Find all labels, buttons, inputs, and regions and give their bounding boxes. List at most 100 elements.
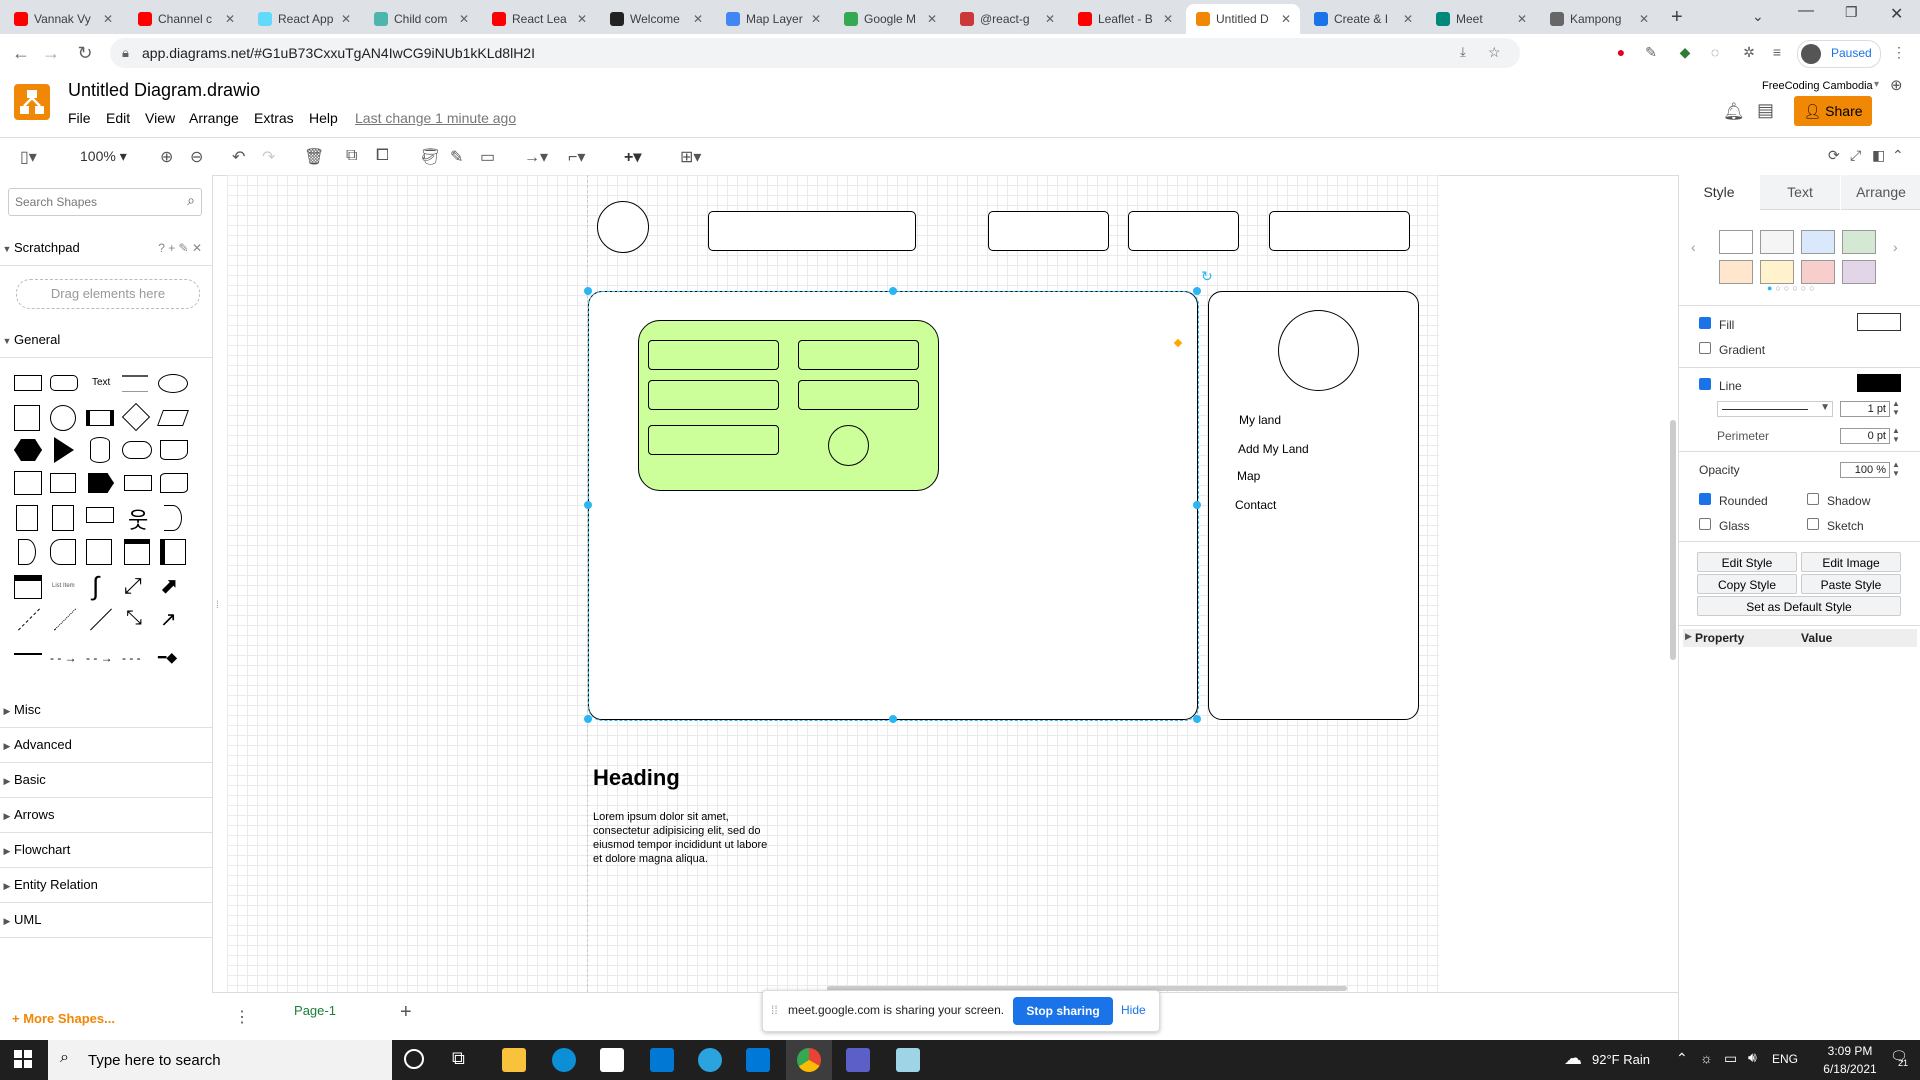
curve-shape[interactable]: ∫	[92, 571, 99, 602]
canvas-menu-item[interactable]: Contact	[1235, 498, 1276, 512]
triangle-shape[interactable]	[54, 437, 74, 463]
tab-search-icon[interactable]: ⌄	[1752, 8, 1764, 25]
canvas-menu-item[interactable]: My land	[1239, 413, 1281, 427]
edit-style-button[interactable]: Edit Style	[1697, 552, 1797, 572]
sidebar-splitter[interactable]: ⁞	[216, 600, 219, 611]
fill-color-icon[interactable]: 🪣︎	[420, 147, 440, 167]
edge-icon[interactable]	[552, 1048, 576, 1072]
dotted-arrow-shape[interactable]: - - →	[86, 651, 113, 665]
glass-checkbox[interactable]	[1699, 518, 1711, 530]
diagram-canvas[interactable]: ↻ My land Add My Land Map Contact Heading L…	[227, 175, 1439, 992]
paste-style-button[interactable]: Paste Style	[1801, 574, 1901, 594]
browser-tab[interactable]: Channel c ✕	[128, 4, 244, 34]
connector-shape[interactable]: ━◆	[158, 649, 177, 666]
task-view-icon[interactable]: ⧉	[452, 1048, 465, 1069]
card-shape[interactable]	[52, 505, 74, 531]
diamond-shape[interactable]	[121, 402, 151, 432]
weather-text[interactable]: 92°F Rain	[1592, 1052, 1650, 1067]
shadow-checkbox[interactable]	[1807, 493, 1819, 505]
tab-close-icon[interactable]: ✕	[924, 12, 940, 26]
tray-icon[interactable]: ☼	[1700, 1050, 1713, 1066]
menu-item[interactable]: Help	[309, 110, 338, 126]
circle-shape[interactable]	[50, 405, 76, 431]
parallelogram-shape[interactable]	[157, 410, 189, 426]
card-field[interactable]	[648, 340, 779, 370]
profile-avatar-circle[interactable]	[1278, 310, 1359, 391]
sync-icon[interactable]: ⟳	[1828, 147, 1840, 164]
line-width-input[interactable]: 1 pt	[1840, 401, 1890, 417]
insert-icon[interactable]: +▾	[624, 147, 641, 167]
thick-line-shape[interactable]	[14, 653, 42, 655]
network-icon[interactable]: ▭	[1724, 1050, 1737, 1067]
tab-close-icon[interactable]: ✕	[100, 12, 116, 26]
line-color-button[interactable]	[1857, 374, 1901, 392]
resize-handle[interactable]	[584, 501, 592, 509]
browser-tab[interactable]: Untitled D ✕	[1186, 4, 1300, 34]
tab-arrange[interactable]: Arrange	[1841, 175, 1920, 210]
line-pattern-select[interactable]: ▼	[1717, 401, 1833, 417]
style-swatch[interactable]	[1719, 230, 1753, 254]
extension-icon[interactable]: ◌	[1706, 43, 1724, 61]
style-swatch[interactable]	[1760, 230, 1794, 254]
document-shape[interactable]	[160, 440, 188, 460]
resize-handle[interactable]	[1193, 715, 1201, 723]
tab-close-icon[interactable]: ✕	[1160, 12, 1176, 26]
browser-tab[interactable]: Kampong ✕	[1540, 4, 1658, 34]
close-window-button[interactable]: ✕	[1890, 4, 1903, 24]
omnibox[interactable]: 🔒︎ app.diagrams.net/#G1uB73CxxuTgAN4IwCG…	[110, 38, 1520, 68]
line-color-icon[interactable]: ✎	[450, 147, 463, 167]
minimize-window-button[interactable]: —	[1798, 2, 1814, 20]
menu-item[interactable]: Arrange	[189, 110, 239, 126]
tape-shape[interactable]	[160, 473, 188, 493]
line-shape[interactable]	[90, 608, 112, 631]
profile-button[interactable]: Paused	[1797, 40, 1881, 68]
weather-icon[interactable]: ☁	[1564, 1048, 1582, 1069]
page-tab[interactable]: Page-1	[250, 993, 380, 1033]
zoom-select[interactable]: 100% ▾	[80, 148, 127, 165]
browser-tab[interactable]: Meet ✕	[1426, 4, 1536, 34]
nav-box[interactable]	[988, 211, 1109, 251]
restore-window-button[interactable]: ❐	[1845, 4, 1858, 21]
table-icon[interactable]: ⊞▾	[680, 147, 701, 167]
resize-handle[interactable]	[584, 715, 592, 723]
media-control-icon[interactable]: ≡	[1768, 43, 1786, 61]
directional-connector-shape[interactable]: ↗	[160, 607, 177, 632]
lorem-paragraph[interactable]: Lorem ipsum dolor sit amet, consectetur …	[593, 810, 771, 866]
browser-tab[interactable]: React App ✕	[248, 4, 360, 34]
pages-menu-icon[interactable]: ⋮	[234, 1007, 250, 1027]
cloud-shape[interactable]	[122, 441, 152, 459]
account-dropdown-icon[interactable]: ▾	[1874, 79, 1879, 90]
chrome-menu-icon[interactable]: ⋮	[1890, 43, 1908, 61]
new-tab-button[interactable]: +	[1671, 6, 1683, 29]
tab-close-icon[interactable]: ✕	[1636, 12, 1652, 26]
list-shape[interactable]	[14, 575, 42, 599]
search-shapes-input[interactable]: Search Shapes ⌕	[8, 188, 202, 216]
text-shape[interactable]: Text	[92, 377, 110, 388]
tab-close-icon[interactable]: ✕	[808, 12, 824, 26]
browser-tab[interactable]: Welcome ✕	[600, 4, 712, 34]
menu-item[interactable]: Extras	[254, 110, 294, 126]
step-shape[interactable]	[88, 473, 114, 493]
collapse-icon[interactable]: ⌃	[1892, 147, 1904, 164]
swatch-prev-icon[interactable]: ‹	[1691, 239, 1696, 255]
logo-circle[interactable]	[597, 201, 649, 253]
app-icon[interactable]	[896, 1048, 920, 1072]
general-header[interactable]: ▼ General	[0, 323, 212, 358]
sidebar-section-header[interactable]: ▶ Arrows	[0, 798, 212, 833]
sidebar-section-header[interactable]: ▶ Flowchart	[0, 833, 212, 868]
rotate-handle-icon[interactable]: ↻	[1201, 268, 1213, 285]
tab-close-icon[interactable]: ✕	[1514, 12, 1530, 26]
resize-handle[interactable]	[889, 287, 897, 295]
scratchpad-tools-icon[interactable]: ? + ✎ ✕	[158, 231, 202, 265]
card-field[interactable]	[648, 380, 779, 410]
vertical-scrollbar[interactable]	[1670, 420, 1676, 660]
square-shape[interactable]	[14, 405, 40, 431]
stepper-icon[interactable]: ▲ ▼	[1892, 460, 1900, 478]
swatch-next-icon[interactable]: ›	[1893, 239, 1898, 255]
mail-icon[interactable]	[650, 1048, 674, 1072]
pinterest-extension-icon[interactable]: ●	[1612, 43, 1630, 61]
tab-close-icon[interactable]: ✕	[1400, 12, 1416, 26]
notification-bell-icon[interactable]: 🔔︎	[1723, 102, 1745, 122]
to-back-icon[interactable]: ⧠	[376, 147, 389, 165]
internal-storage-shape[interactable]	[14, 471, 42, 495]
